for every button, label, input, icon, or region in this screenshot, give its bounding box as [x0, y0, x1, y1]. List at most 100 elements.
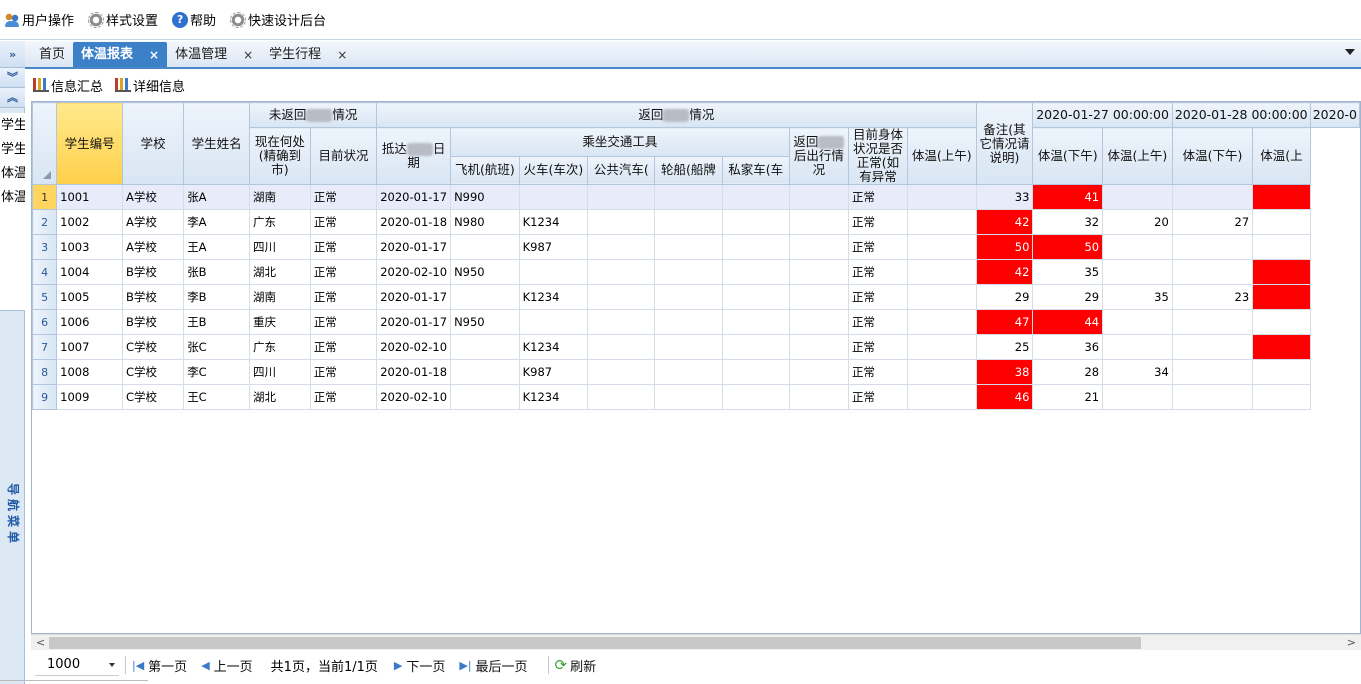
cell-temp[interactable]: 29: [975, 284, 1034, 310]
cell-location[interactable]: 湖南: [249, 184, 311, 210]
table-row[interactable]: 7 1007 C学校 张C 广东 正常 2020-02-10 K1234 正常 25 36: [32, 334, 1360, 360]
cell-school[interactable]: C学校: [121, 384, 185, 410]
row-number[interactable]: 9: [32, 384, 58, 410]
cell-plane[interactable]: N990: [450, 184, 520, 210]
cell-name[interactable]: 李B: [183, 284, 251, 310]
cell-remark[interactable]: [906, 209, 977, 235]
cell-temp[interactable]: 35: [1032, 259, 1104, 285]
col-header-remark[interactable]: 备注(其它情况请说明): [975, 102, 1034, 185]
cell-ship[interactable]: [654, 334, 723, 360]
cell-temp[interactable]: 32: [1032, 209, 1104, 235]
table-row[interactable]: 1 1001 A学校 张A 湖南 正常 2020-01-17 N990 正常 33 41: [32, 184, 1360, 210]
row-number[interactable]: 8: [32, 359, 58, 385]
cell-temp[interactable]: 25: [975, 334, 1034, 360]
menu-user-ops[interactable]: 用户操作: [4, 8, 74, 32]
cell-after-return[interactable]: [788, 284, 850, 310]
detail-info-button[interactable]: 详细信息: [115, 76, 185, 95]
close-icon[interactable]: ×: [149, 43, 159, 67]
cell-arrive-date[interactable]: 2020-01-17: [376, 234, 452, 260]
cell-plane[interactable]: [450, 384, 520, 410]
cell-train[interactable]: K1234: [518, 284, 589, 310]
cell-status[interactable]: 正常: [309, 334, 378, 360]
cell-student-no[interactable]: 1005: [56, 284, 123, 310]
info-summary-button[interactable]: 信息汇总: [33, 76, 103, 95]
cell-remark[interactable]: [906, 284, 977, 310]
cell-bus[interactable]: [587, 359, 656, 385]
cell-arrive-date[interactable]: 2020-01-17: [376, 309, 452, 335]
cell-temp[interactable]: [1252, 259, 1311, 285]
cell-plane[interactable]: N950: [450, 309, 520, 335]
cell-car[interactable]: [721, 334, 790, 360]
cell-temp[interactable]: 21: [1032, 384, 1104, 410]
cell-plane[interactable]: [450, 334, 520, 360]
col-header-ship[interactable]: 轮船(船牌: [654, 155, 723, 185]
cell-bus[interactable]: [587, 284, 656, 310]
cell-name[interactable]: 张A: [183, 184, 251, 210]
cell-name[interactable]: 王C: [183, 384, 251, 410]
col-header-arrive-date[interactable]: 抵达 日期: [376, 127, 452, 185]
cell-temp[interactable]: 50: [1032, 234, 1104, 260]
cell-train[interactable]: K987: [518, 359, 589, 385]
cell-plane[interactable]: [450, 359, 520, 385]
cell-ship[interactable]: [654, 209, 723, 235]
cell-temp[interactable]: [1171, 234, 1254, 260]
cell-student-no[interactable]: 1006: [56, 309, 123, 335]
cell-after-return[interactable]: [788, 359, 850, 385]
cell-status[interactable]: 正常: [309, 209, 378, 235]
row-number[interactable]: 3: [32, 234, 58, 260]
cell-bus[interactable]: [587, 384, 656, 410]
cell-temp[interactable]: [1252, 234, 1311, 260]
row-number[interactable]: 1: [32, 184, 58, 210]
cell-car[interactable]: [721, 384, 790, 410]
col-header-pm-0127[interactable]: 体温(下午): [1032, 127, 1104, 185]
cell-health[interactable]: 正常: [848, 234, 908, 260]
col-header-after-return[interactable]: 返回后出行情况: [788, 127, 850, 185]
cell-train[interactable]: [518, 309, 589, 335]
cell-name[interactable]: 张B: [183, 259, 251, 285]
cell-student-no[interactable]: 1003: [56, 234, 123, 260]
cell-temp[interactable]: 35: [1102, 284, 1173, 310]
cell-plane[interactable]: [450, 234, 520, 260]
expand-nav-button[interactable]: »: [0, 41, 25, 68]
cell-after-return[interactable]: [788, 384, 850, 410]
page-size-select[interactable]: 1000: [35, 654, 119, 676]
col-header-pm-0128[interactable]: 体温(下午): [1171, 127, 1254, 185]
cell-ship[interactable]: [654, 184, 723, 210]
cell-bus[interactable]: [587, 184, 656, 210]
cell-temp[interactable]: [1252, 184, 1311, 210]
cell-location[interactable]: 四川: [249, 359, 311, 385]
menu-quick-design[interactable]: 快速设计后台: [230, 8, 326, 32]
tab-list-dropdown-icon[interactable]: [1345, 49, 1355, 55]
table-row[interactable]: 2 1002 A学校 李A 广东 正常 2020-01-18 N980 K1234 正常 42 32 2…: [32, 209, 1360, 235]
cell-temp[interactable]: [1252, 334, 1311, 360]
cell-school[interactable]: C学校: [121, 359, 185, 385]
cell-bus[interactable]: [587, 334, 656, 360]
col-header-student-no[interactable]: 学生编号: [56, 102, 123, 185]
cell-bus[interactable]: [587, 234, 656, 260]
cell-student-no[interactable]: 1007: [56, 334, 123, 360]
tab-home[interactable]: 首页: [31, 42, 73, 67]
last-page-button[interactable]: ▶| 最后一页: [459, 656, 527, 675]
cell-car[interactable]: [721, 184, 790, 210]
cell-temp[interactable]: [1252, 384, 1311, 410]
cell-temp[interactable]: [1252, 309, 1311, 335]
col-header-name[interactable]: 学生姓名: [183, 102, 251, 185]
cell-car[interactable]: [721, 259, 790, 285]
cell-after-return[interactable]: [788, 234, 850, 260]
cell-arrive-date[interactable]: 2020-01-18: [376, 209, 452, 235]
cell-temp[interactable]: 38: [975, 359, 1034, 385]
cell-school[interactable]: C学校: [121, 334, 185, 360]
cell-location[interactable]: 广东: [249, 209, 311, 235]
cell-status[interactable]: 正常: [309, 284, 378, 310]
row-number[interactable]: 7: [32, 334, 58, 360]
table-row[interactable]: 3 1003 A学校 王A 四川 正常 2020-01-17 K987 正常 50 50: [32, 234, 1360, 260]
row-number[interactable]: 6: [32, 309, 58, 335]
col-header-am-0128[interactable]: 体温(上午): [1102, 127, 1173, 185]
cell-temp[interactable]: 42: [975, 259, 1034, 285]
cell-arrive-date[interactable]: 2020-02-10: [376, 384, 452, 410]
cell-location[interactable]: 广东: [249, 334, 311, 360]
menu-style-settings[interactable]: 样式设置: [88, 8, 158, 32]
close-icon[interactable]: ×: [243, 43, 253, 67]
cell-temp[interactable]: 20: [1102, 209, 1173, 235]
nav-item-temp-1[interactable]: 体温: [0, 163, 25, 185]
